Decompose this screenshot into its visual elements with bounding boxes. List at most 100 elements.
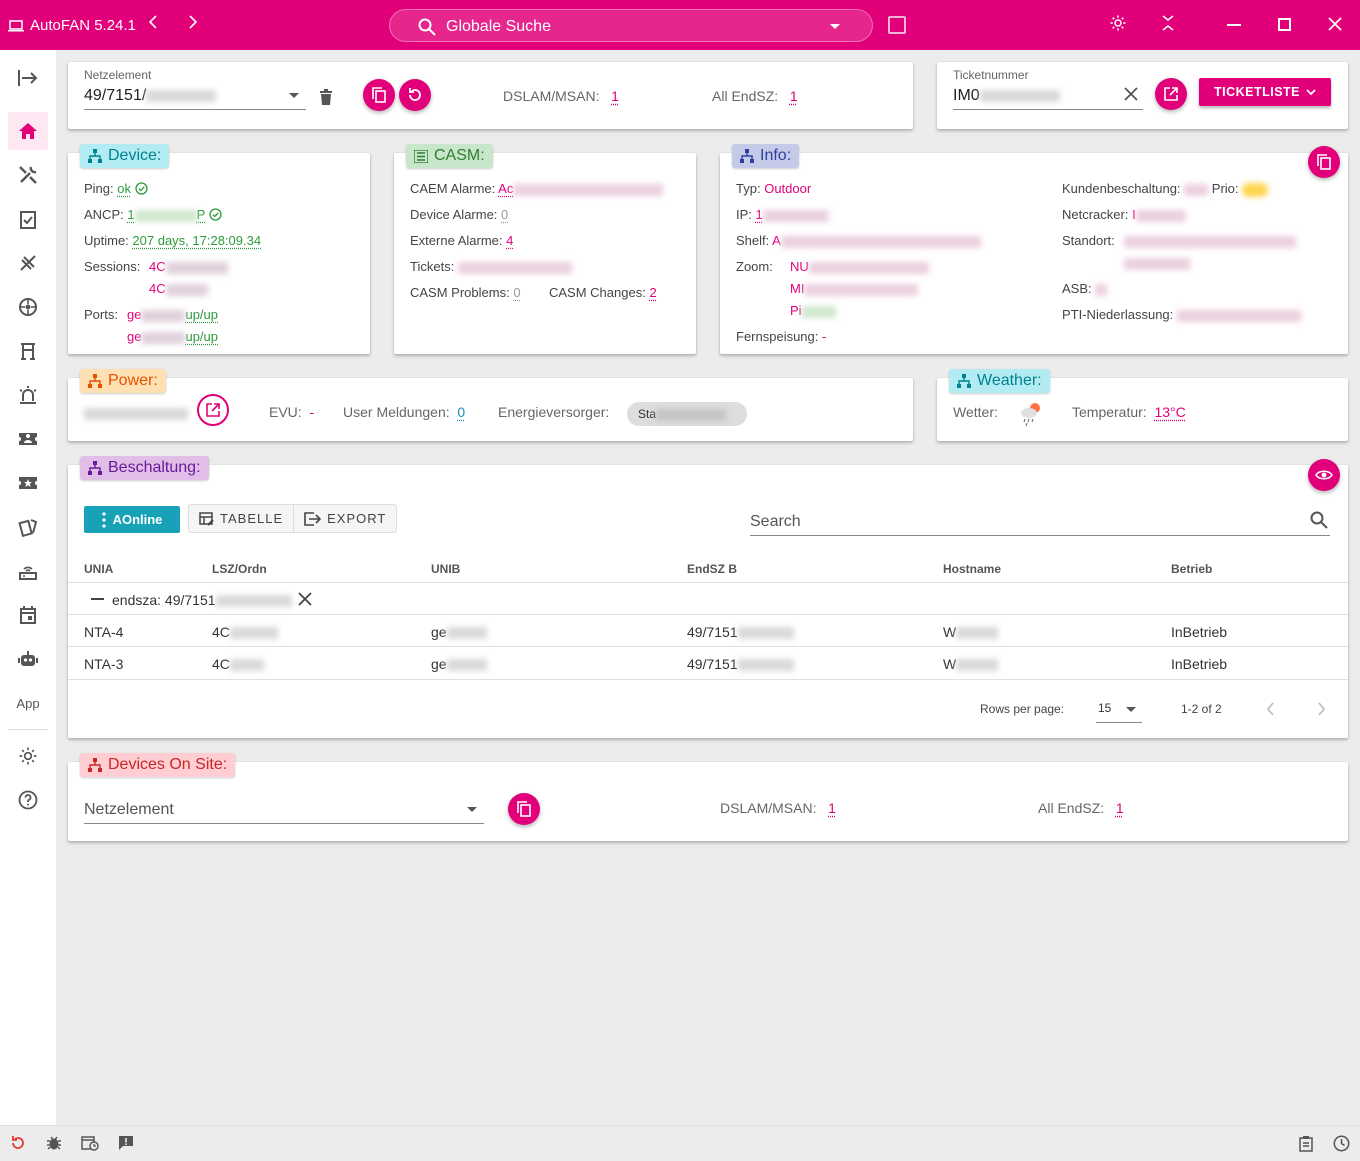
caem-value[interactable]: Ac bbox=[498, 181, 513, 196]
maximize-icon[interactable] bbox=[1278, 18, 1291, 31]
evu-value: - bbox=[309, 404, 315, 420]
calendar-icon[interactable] bbox=[8, 596, 48, 634]
rack-icon[interactable] bbox=[8, 332, 48, 370]
previous-page-icon[interactable] bbox=[1266, 702, 1275, 719]
zoom-link-1[interactable]: NU bbox=[790, 259, 929, 274]
chevron-down-icon[interactable] bbox=[289, 93, 299, 98]
settings-icon[interactable] bbox=[8, 737, 48, 775]
hub-icon[interactable] bbox=[8, 288, 48, 326]
copy-button[interactable] bbox=[363, 79, 395, 111]
ticketliste-button[interactable]: TICKETLISTE bbox=[1199, 78, 1331, 106]
column-header-unia[interactable]: UNIA bbox=[84, 562, 113, 576]
devices-endsz-value[interactable]: 1 bbox=[1116, 800, 1124, 816]
column-header-hostname[interactable]: Hostname bbox=[943, 562, 1001, 576]
reload-icon[interactable] bbox=[10, 1135, 26, 1154]
clipboard-check-icon[interactable] bbox=[8, 200, 48, 238]
close-icon[interactable] bbox=[1328, 17, 1342, 34]
ticket-star-icon[interactable] bbox=[8, 464, 48, 502]
chevron-down-icon[interactable] bbox=[1126, 707, 1136, 712]
redacted-value[interactable] bbox=[1184, 183, 1209, 196]
column-header-betrieb[interactable]: Betrieb bbox=[1171, 562, 1212, 576]
tools-icon[interactable] bbox=[8, 156, 48, 194]
network-icon bbox=[88, 374, 102, 388]
dslam-value[interactable]: 1 bbox=[611, 88, 619, 104]
zoom-link-2[interactable]: MI bbox=[790, 281, 919, 296]
port-2[interactable]: ge up/up bbox=[127, 329, 218, 344]
device-alarm-value[interactable]: 0 bbox=[501, 207, 508, 222]
table-search-input[interactable]: Search bbox=[750, 513, 801, 531]
session-2[interactable]: 4C bbox=[149, 281, 208, 296]
ticket-input[interactable]: IM0 bbox=[953, 87, 1060, 105]
help-icon[interactable] bbox=[8, 781, 48, 819]
home-icon[interactable] bbox=[8, 112, 48, 150]
energieversorger-chip[interactable]: Sta bbox=[627, 402, 747, 426]
clock-icon[interactable] bbox=[1333, 1135, 1350, 1155]
bug-icon[interactable] bbox=[46, 1135, 62, 1154]
clipboard-icon[interactable] bbox=[1298, 1135, 1314, 1155]
zoom-row: Zoom: bbox=[736, 259, 773, 274]
cable-icon[interactable] bbox=[8, 244, 48, 282]
expand-sidebar-icon[interactable] bbox=[8, 59, 48, 97]
shelf-value[interactable]: A bbox=[772, 233, 781, 248]
collapse-group-icon[interactable] bbox=[91, 598, 104, 600]
sidebar-item-app[interactable]: App bbox=[0, 696, 56, 711]
table-group-row[interactable]: endsza: 49/7151 bbox=[68, 582, 1348, 615]
cell-host-text: W bbox=[943, 656, 957, 672]
robot-icon[interactable] bbox=[8, 640, 48, 678]
table-row[interactable]: NTA-4 4C ge 49/7151 W InBetrieb bbox=[68, 614, 1348, 647]
session-1[interactable]: 4C bbox=[149, 259, 228, 274]
feedback-icon[interactable] bbox=[118, 1135, 134, 1154]
clear-icon[interactable] bbox=[1124, 87, 1138, 104]
devices-dslam-value[interactable]: 1 bbox=[828, 800, 836, 816]
gear-icon[interactable] bbox=[1109, 14, 1127, 35]
ancp-value[interactable]: 1P bbox=[127, 207, 205, 222]
chevron-down-icon[interactable] bbox=[830, 24, 840, 29]
open-power-button[interactable] bbox=[197, 394, 229, 426]
column-header-endsz-b[interactable]: EndSZ B bbox=[687, 562, 737, 576]
aonline-button[interactable]: AOnline bbox=[84, 506, 180, 533]
refresh-button[interactable] bbox=[399, 79, 431, 111]
network-element-value[interactable]: 49/7151/ bbox=[84, 87, 217, 105]
router-icon[interactable] bbox=[8, 552, 48, 590]
trash-icon[interactable] bbox=[319, 89, 333, 109]
back-icon[interactable] bbox=[148, 15, 158, 34]
global-search[interactable]: Globale Suche bbox=[389, 9, 873, 42]
alarm-light-icon[interactable] bbox=[8, 376, 48, 414]
cards-icon[interactable] bbox=[8, 508, 48, 546]
casm-changes-value[interactable]: 2 bbox=[649, 285, 656, 300]
open-ticket-button[interactable] bbox=[1155, 78, 1187, 110]
next-page-icon[interactable] bbox=[1317, 702, 1326, 719]
chevron-down-icon[interactable] bbox=[467, 807, 477, 812]
table-row[interactable]: NTA-3 4C ge 49/7151 W InBetrieb bbox=[68, 646, 1348, 679]
column-header-unib[interactable]: UNIB bbox=[431, 562, 460, 576]
casm-problems-value[interactable]: 0 bbox=[513, 285, 520, 300]
info-chip: Info: bbox=[732, 144, 800, 168]
ping-value[interactable]: ok bbox=[117, 181, 131, 196]
copy-devices-button[interactable] bbox=[508, 793, 540, 825]
minimize-icon[interactable] bbox=[1227, 24, 1241, 26]
rows-per-page-select[interactable]: 15 bbox=[1098, 701, 1111, 715]
ip-value[interactable]: 1 bbox=[756, 207, 763, 222]
zoom-link-3[interactable]: Pi bbox=[790, 303, 836, 318]
column-header-lsz[interactable]: LSZ/Ordn bbox=[212, 562, 267, 576]
temperature-value[interactable]: 13°C bbox=[1154, 404, 1185, 420]
forward-icon[interactable] bbox=[188, 15, 198, 34]
port-1[interactable]: ge up/up bbox=[127, 307, 218, 322]
tabelle-button[interactable]: TABELLE bbox=[189, 505, 293, 532]
collapse-icon[interactable] bbox=[1160, 14, 1176, 35]
devices-netzelement-select[interactable]: Netzelement bbox=[84, 801, 174, 819]
external-alarm-value[interactable]: 4 bbox=[506, 233, 513, 248]
user-meldungen-value[interactable]: 0 bbox=[457, 404, 465, 420]
export-button[interactable]: EXPORT bbox=[293, 505, 396, 532]
ticket-icon[interactable] bbox=[8, 420, 48, 458]
uptime-value[interactable]: 207 days, 17:28:09.34 bbox=[132, 233, 261, 248]
redacted-value[interactable] bbox=[457, 261, 572, 274]
copy-info-button[interactable] bbox=[1308, 146, 1340, 178]
remove-group-icon[interactable] bbox=[298, 592, 312, 609]
endsz-value[interactable]: 1 bbox=[790, 88, 798, 104]
calendar-clock-icon[interactable] bbox=[81, 1135, 99, 1154]
search-icon[interactable] bbox=[1310, 511, 1328, 532]
toggle-visibility-button[interactable] bbox=[1308, 459, 1340, 491]
checkbox[interactable] bbox=[888, 16, 906, 34]
standort-value[interactable] bbox=[1124, 233, 1296, 248]
